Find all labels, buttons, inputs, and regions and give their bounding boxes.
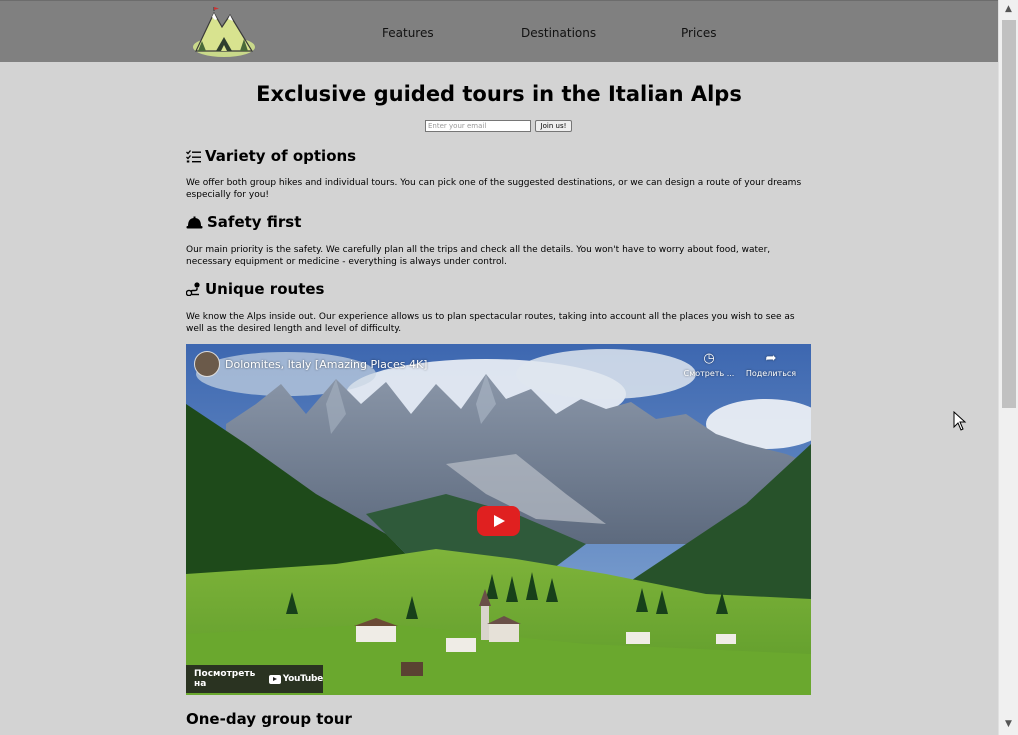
youtube-wordmark: YouTube — [282, 674, 324, 684]
mouse-cursor-icon — [953, 411, 967, 431]
section-text-unique: We know the Alps inside out. Our experie… — [186, 312, 795, 334]
page-title: Exclusive guided tours in the Italian Al… — [256, 82, 742, 106]
section-heading-text: Unique routes — [205, 280, 325, 298]
top-nav: Features Destinations Prices — [0, 0, 998, 62]
section-heading-text: Variety of options — [205, 147, 357, 165]
watch-later-button[interactable]: ◷ Смотреть ... — [679, 351, 739, 379]
vertical-scrollbar[interactable]: ▲ ▼ — [998, 0, 1018, 735]
scroll-down-arrow-icon[interactable]: ▼ — [999, 715, 1018, 733]
share-icon: ➦ — [765, 351, 777, 366]
share-button[interactable]: ➦ Поделиться — [741, 351, 801, 379]
section-heading-unique: Unique routes — [186, 280, 324, 298]
section-text-variety: We offer both group hikes and individual… — [186, 178, 802, 200]
scrollbar-thumb[interactable] — [1002, 20, 1016, 408]
section-heading-one-day: One-day group tour — [186, 710, 352, 728]
youtube-play-icon — [268, 674, 281, 684]
email-field[interactable]: Enter your email — [425, 120, 531, 132]
youtube-logo: YouTube — [268, 674, 324, 684]
watch-on-youtube-button[interactable]: Посмотреть на YouTube — [186, 665, 323, 693]
share-label: Поделиться — [745, 369, 797, 378]
signup-form: Enter your email Join us! — [425, 120, 572, 133]
section-heading-safety: Safety first — [186, 213, 301, 231]
nav-link-destinations[interactable]: Destinations — [521, 26, 596, 40]
nav-link-features[interactable]: Features — [382, 26, 434, 40]
clock-icon: ◷ — [703, 351, 715, 366]
mountain-tent-logo[interactable] — [192, 7, 256, 58]
play-button[interactable] — [477, 506, 520, 536]
join-button[interactable]: Join us! — [535, 120, 572, 132]
section-heading-text: Safety first — [207, 213, 302, 231]
section-text-safety: Our main priority is the safety. We care… — [186, 245, 771, 267]
watch-on-label: Посмотреть на — [194, 669, 256, 689]
channel-avatar[interactable] — [194, 351, 220, 377]
nav-link-prices[interactable]: Prices — [681, 26, 717, 40]
video-title[interactable]: Dolomites, Italy [Amazing Places 4K] — [225, 358, 427, 371]
section-heading-variety: Variety of options — [186, 147, 356, 165]
route-icon — [186, 282, 201, 296]
video-embed[interactable]: Dolomites, Italy [Amazing Places 4K] ◷ С… — [186, 344, 811, 695]
scroll-up-arrow-icon[interactable]: ▲ — [999, 0, 1018, 18]
watch-later-label: Смотреть ... — [683, 369, 735, 378]
helmet-icon — [186, 216, 203, 229]
checklist-icon — [186, 149, 201, 163]
